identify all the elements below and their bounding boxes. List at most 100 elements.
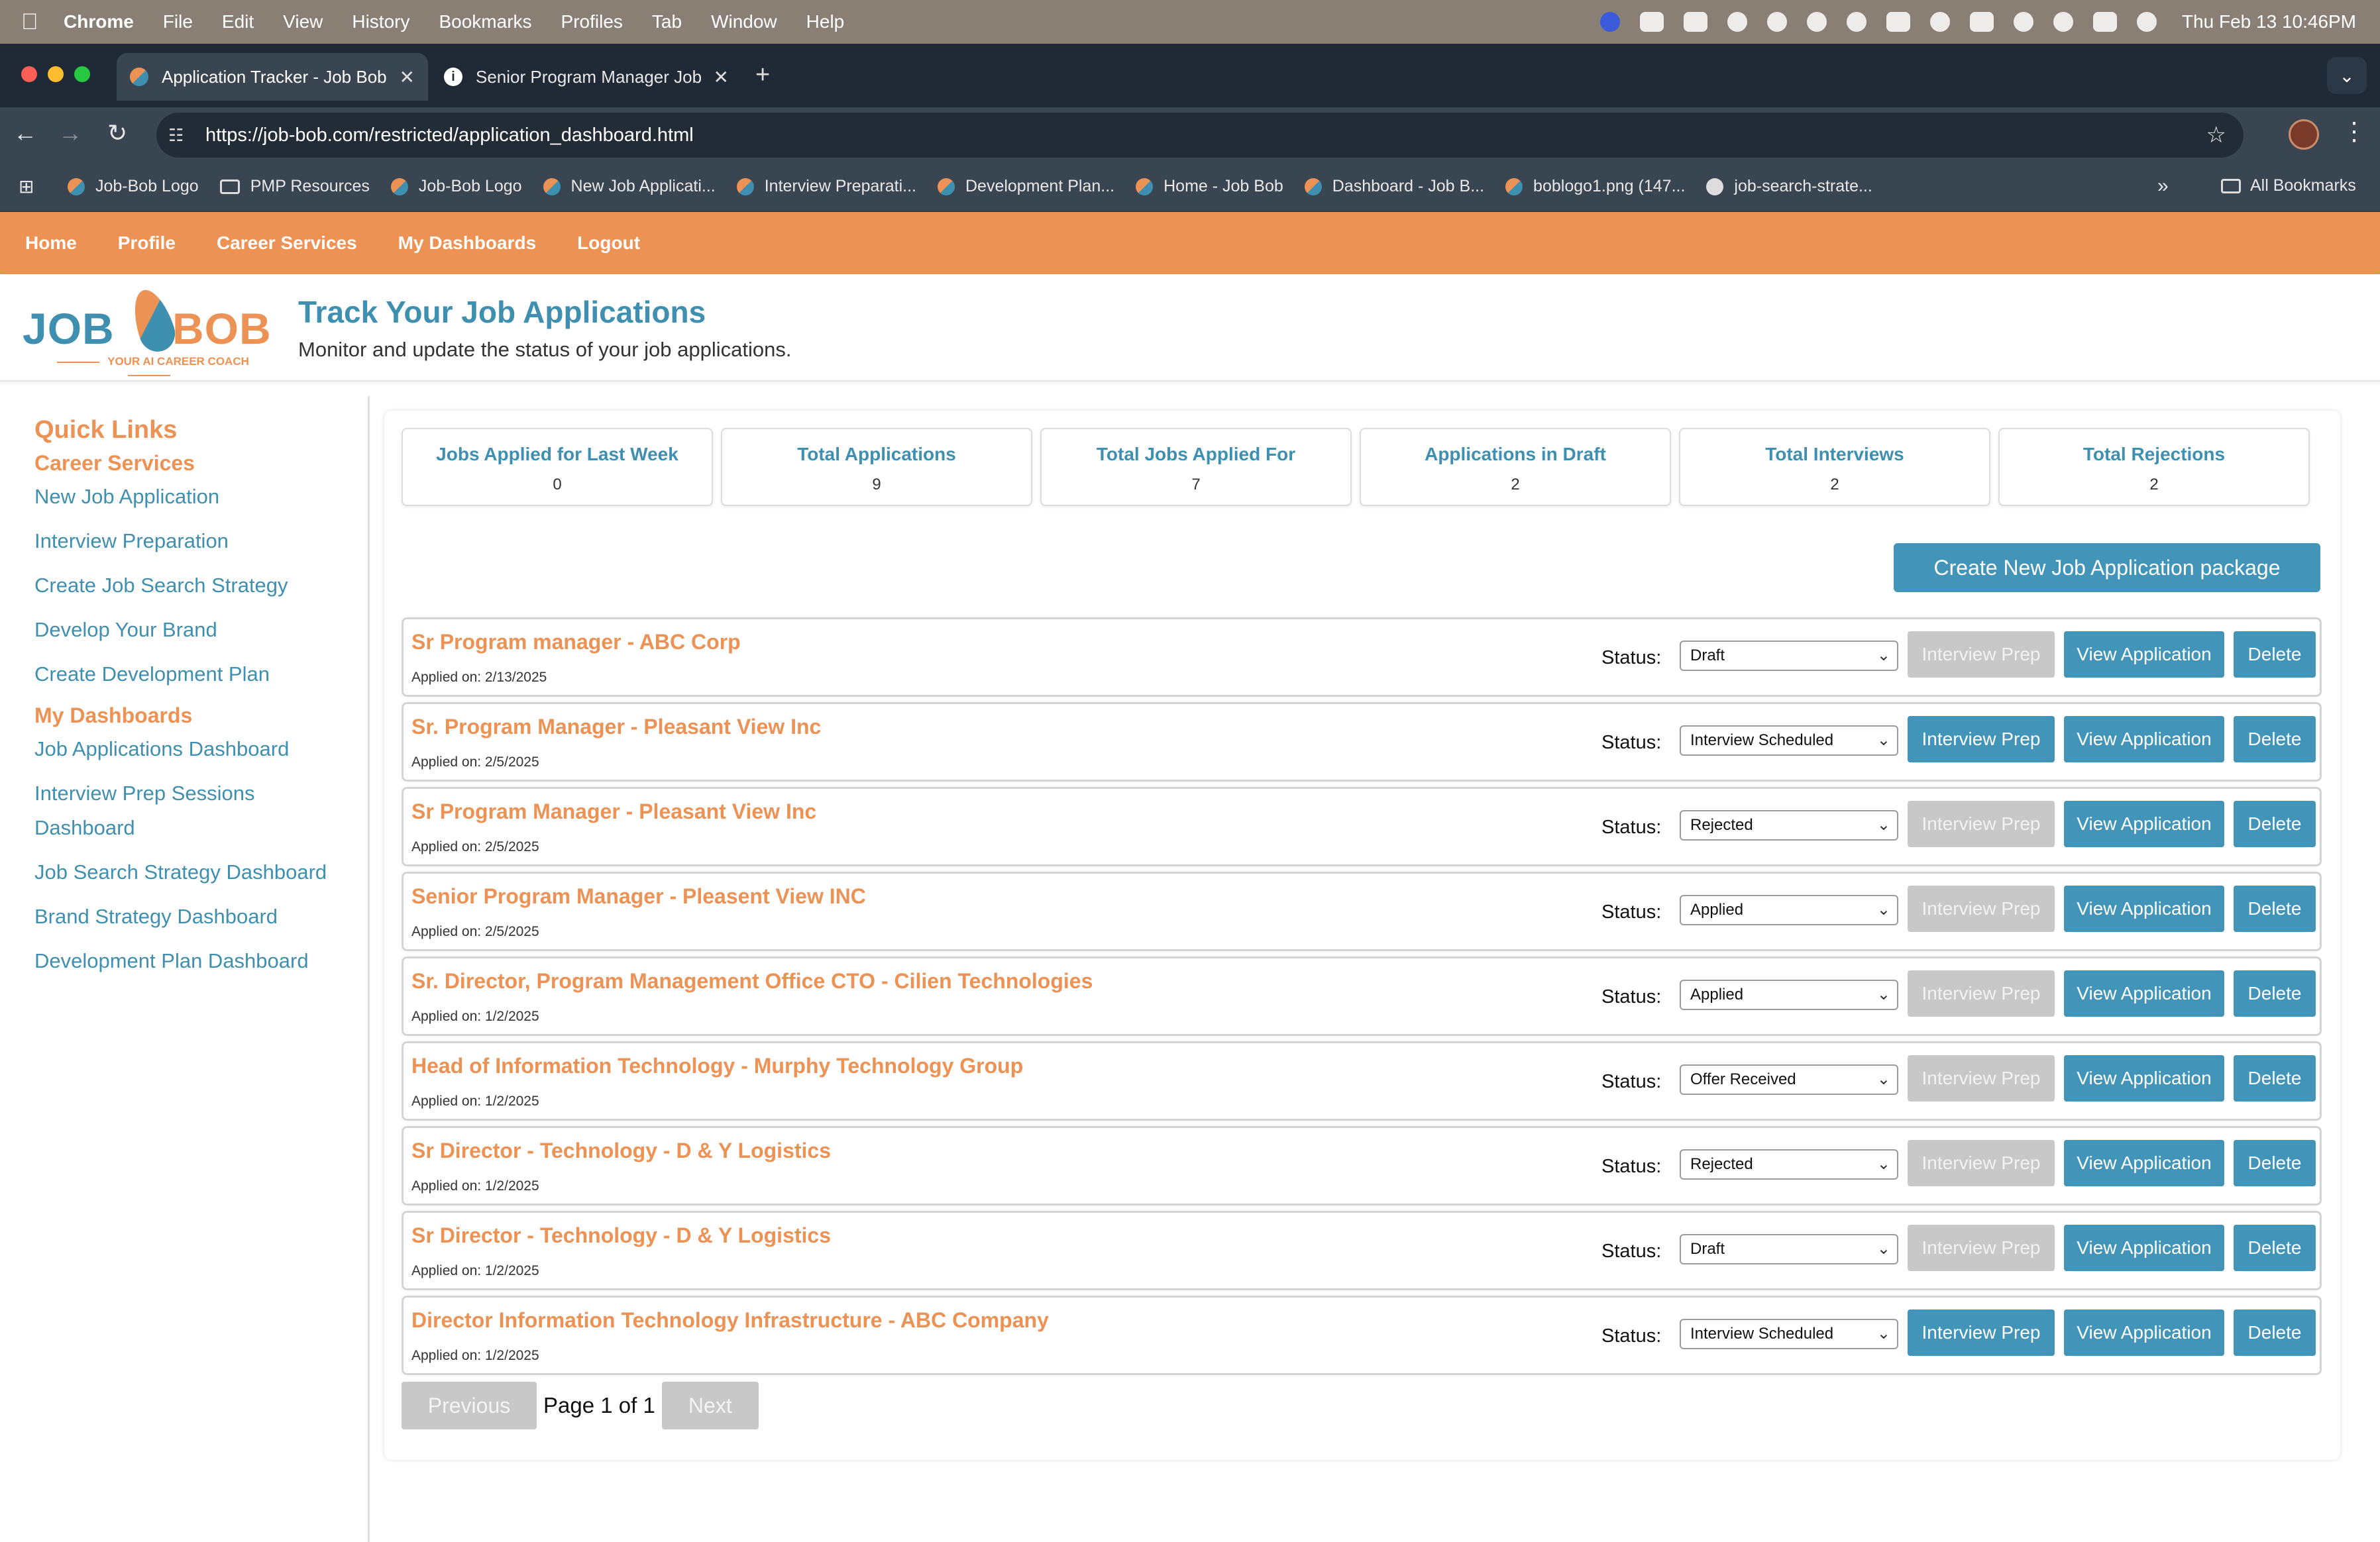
recording-icon[interactable]	[1766, 12, 1787, 32]
status-select[interactable]: Rejected ⌄	[1680, 810, 1898, 841]
outlook-icon[interactable]	[1639, 12, 1664, 32]
battery-icon[interactable]	[1969, 12, 1994, 32]
menu-window[interactable]: Window	[711, 11, 777, 32]
status-select[interactable]: Interview Scheduled ⌄	[1680, 725, 1898, 756]
reload-icon[interactable]: ↻	[107, 119, 127, 147]
delete-button[interactable]: Delete	[2234, 1310, 2316, 1356]
new-tab-icon[interactable]: +	[755, 61, 770, 89]
interview-prep-button[interactable]: Interview Prep	[1908, 716, 2055, 762]
menu-chrome[interactable]: Chrome	[64, 11, 134, 32]
address-bar[interactable]: ☷ https://job-bob.com/restricted/applica…	[156, 113, 2244, 158]
interview-prep-button[interactable]: Interview Prep	[1908, 1225, 2055, 1271]
next-page-button[interactable]: Next	[661, 1382, 759, 1429]
previous-page-button[interactable]: Previous	[402, 1382, 537, 1429]
jobbob-logo[interactable]: JOB BOB YOUR AI CAREER COACH	[23, 285, 274, 368]
application-title[interactable]: Head of Information Technology - Murphy …	[411, 1054, 1023, 1078]
menu-bookmarks[interactable]: Bookmarks	[439, 11, 531, 32]
interview-prep-button[interactable]: Interview Prep	[1908, 801, 2055, 847]
back-arrow-icon[interactable]: ←	[13, 119, 37, 147]
view-application-button[interactable]: View Application	[2064, 631, 2224, 678]
apple-icon[interactable]: 	[21, 9, 45, 35]
sidebar-link-create-job-search-strategy[interactable]: Create Job Search Strategy	[34, 568, 352, 603]
url-text[interactable]: https://job-bob.com/restricted/applicati…	[205, 125, 694, 146]
tab-senior-program-manager[interactable]: i Senior Program Manager Job ✕	[431, 53, 742, 101]
window-minimize-icon[interactable]	[48, 66, 64, 82]
status-select[interactable]: Rejected ⌄	[1680, 1149, 1898, 1180]
view-application-button[interactable]: View Application	[2064, 886, 2224, 932]
application-title[interactable]: Sr. Program Manager - Pleasant View Inc	[411, 715, 821, 739]
weather-icon[interactable]	[1806, 12, 1827, 32]
sidebar-link-interview-prep-sessions-dashboard[interactable]: Interview Prep Sessions Dashboard	[34, 776, 286, 845]
search-icon[interactable]	[2053, 12, 2073, 32]
view-application-button[interactable]: View Application	[2064, 1055, 2224, 1102]
close-tab-icon[interactable]: ✕	[400, 66, 415, 88]
interview-prep-button[interactable]: Interview Prep	[1908, 970, 2055, 1017]
status-select[interactable]: Applied ⌄	[1680, 895, 1898, 925]
application-title[interactable]: Director Information Technology Infrastr…	[411, 1308, 1049, 1333]
delete-button[interactable]: Delete	[2234, 801, 2316, 847]
interview-prep-button[interactable]: Interview Prep	[1908, 886, 2055, 932]
view-application-button[interactable]: View Application	[2064, 970, 2224, 1017]
nav-home[interactable]: Home	[25, 232, 77, 254]
bookmark-item[interactable]: Interview Preparati...	[736, 177, 916, 196]
menu-edit[interactable]: Edit	[222, 11, 254, 32]
status-select[interactable]: Offer Received ⌄	[1680, 1064, 1898, 1095]
status-select[interactable]: Draft ⌄	[1680, 641, 1898, 671]
menu-file[interactable]: File	[163, 11, 193, 32]
delete-button[interactable]: Delete	[2234, 1055, 2316, 1102]
bookmark-item[interactable]: New Job Applicati...	[543, 177, 716, 196]
nav-my-dashboards[interactable]: My Dashboards	[398, 232, 537, 254]
control-center-icon[interactable]	[2092, 12, 2117, 32]
more-menu-icon[interactable]: ⋮	[2342, 117, 2367, 146]
bookmark-item[interactable]: Dashboard - Job B...	[1304, 177, 1484, 196]
menu-profiles[interactable]: Profiles	[561, 11, 623, 32]
zoom-icon[interactable]	[1599, 12, 1620, 32]
interview-prep-button[interactable]: Interview Prep	[1908, 631, 2055, 678]
bookmark-item[interactable]: job-search-strate...	[1706, 177, 1872, 196]
more-bookmarks-chevron-icon[interactable]: »	[2157, 175, 2169, 197]
menu-history[interactable]: History	[352, 11, 409, 32]
accessibility-icon[interactable]	[1727, 12, 1747, 32]
bookmark-item[interactable]: Job-Bob Logo	[68, 177, 199, 196]
bookmark-star-icon[interactable]: ☆	[2206, 122, 2226, 148]
tab-application-tracker[interactable]: Application Tracker - Job Bob ✕	[117, 53, 428, 101]
status-select[interactable]: Interview Scheduled ⌄	[1680, 1319, 1898, 1349]
apps-grid-icon[interactable]: ⊞	[19, 176, 38, 197]
speed-icon[interactable]	[1846, 12, 1866, 32]
nav-logout[interactable]: Logout	[577, 232, 640, 254]
sidebar-link-develop-your-brand[interactable]: Develop Your Brand	[34, 613, 352, 647]
sidebar-link-development-plan-dashboard[interactable]: Development Plan Dashboard	[34, 944, 352, 978]
sidebar-link-interview-preparation[interactable]: Interview Preparation	[34, 524, 352, 558]
close-tab-icon[interactable]: ✕	[714, 66, 729, 88]
application-title[interactable]: Senior Program Manager - Pleasent View I…	[411, 884, 866, 909]
bookmark-item[interactable]: boblogo1.png (147...	[1505, 177, 1685, 196]
sidebar-link-new-job-application[interactable]: New Job Application	[34, 480, 352, 514]
menu-tab[interactable]: Tab	[652, 11, 682, 32]
interview-prep-button[interactable]: Interview Prep	[1908, 1140, 2055, 1186]
bookmark-item[interactable]: Development Plan...	[937, 177, 1114, 196]
application-title[interactable]: Sr Director - Technology - D & Y Logisti…	[411, 1223, 831, 1248]
interview-prep-button[interactable]: Interview Prep	[1908, 1055, 2055, 1102]
sidebar-link-brand-strategy-dashboard[interactable]: Brand Strategy Dashboard	[34, 900, 352, 934]
view-application-button[interactable]: View Application	[2064, 716, 2224, 762]
view-application-button[interactable]: View Application	[2064, 1310, 2224, 1356]
display-icon[interactable]	[1886, 12, 1910, 32]
bookmark-item[interactable]: Job-Bob Logo	[390, 177, 522, 196]
view-application-button[interactable]: View Application	[2064, 1225, 2224, 1271]
delete-button[interactable]: Delete	[2234, 716, 2316, 762]
menu-clock[interactable]: Thu Feb 13 10:46PM	[2182, 11, 2356, 32]
delete-button[interactable]: Delete	[2234, 1140, 2316, 1186]
status-select[interactable]: Draft ⌄	[1680, 1234, 1898, 1264]
sidebar-link-create-development-plan[interactable]: Create Development Plan	[34, 657, 352, 692]
bookmark-folder[interactable]: PMP Resources	[219, 177, 370, 196]
create-application-button[interactable]: Create New Job Application package	[1894, 543, 2320, 592]
delete-button[interactable]: Delete	[2234, 1225, 2316, 1271]
profile-avatar[interactable]	[2289, 119, 2319, 150]
bookmark-item[interactable]: Home - Job Bob	[1136, 177, 1283, 196]
wifi-icon[interactable]	[2013, 12, 2033, 32]
menu-help[interactable]: Help	[806, 11, 845, 32]
nav-career-services[interactable]: Career Services	[217, 232, 357, 254]
application-title[interactable]: Sr Program manager - ABC Corp	[411, 630, 741, 654]
application-title[interactable]: Sr Director - Technology - D & Y Logisti…	[411, 1139, 831, 1163]
menu-view[interactable]: View	[283, 11, 323, 32]
